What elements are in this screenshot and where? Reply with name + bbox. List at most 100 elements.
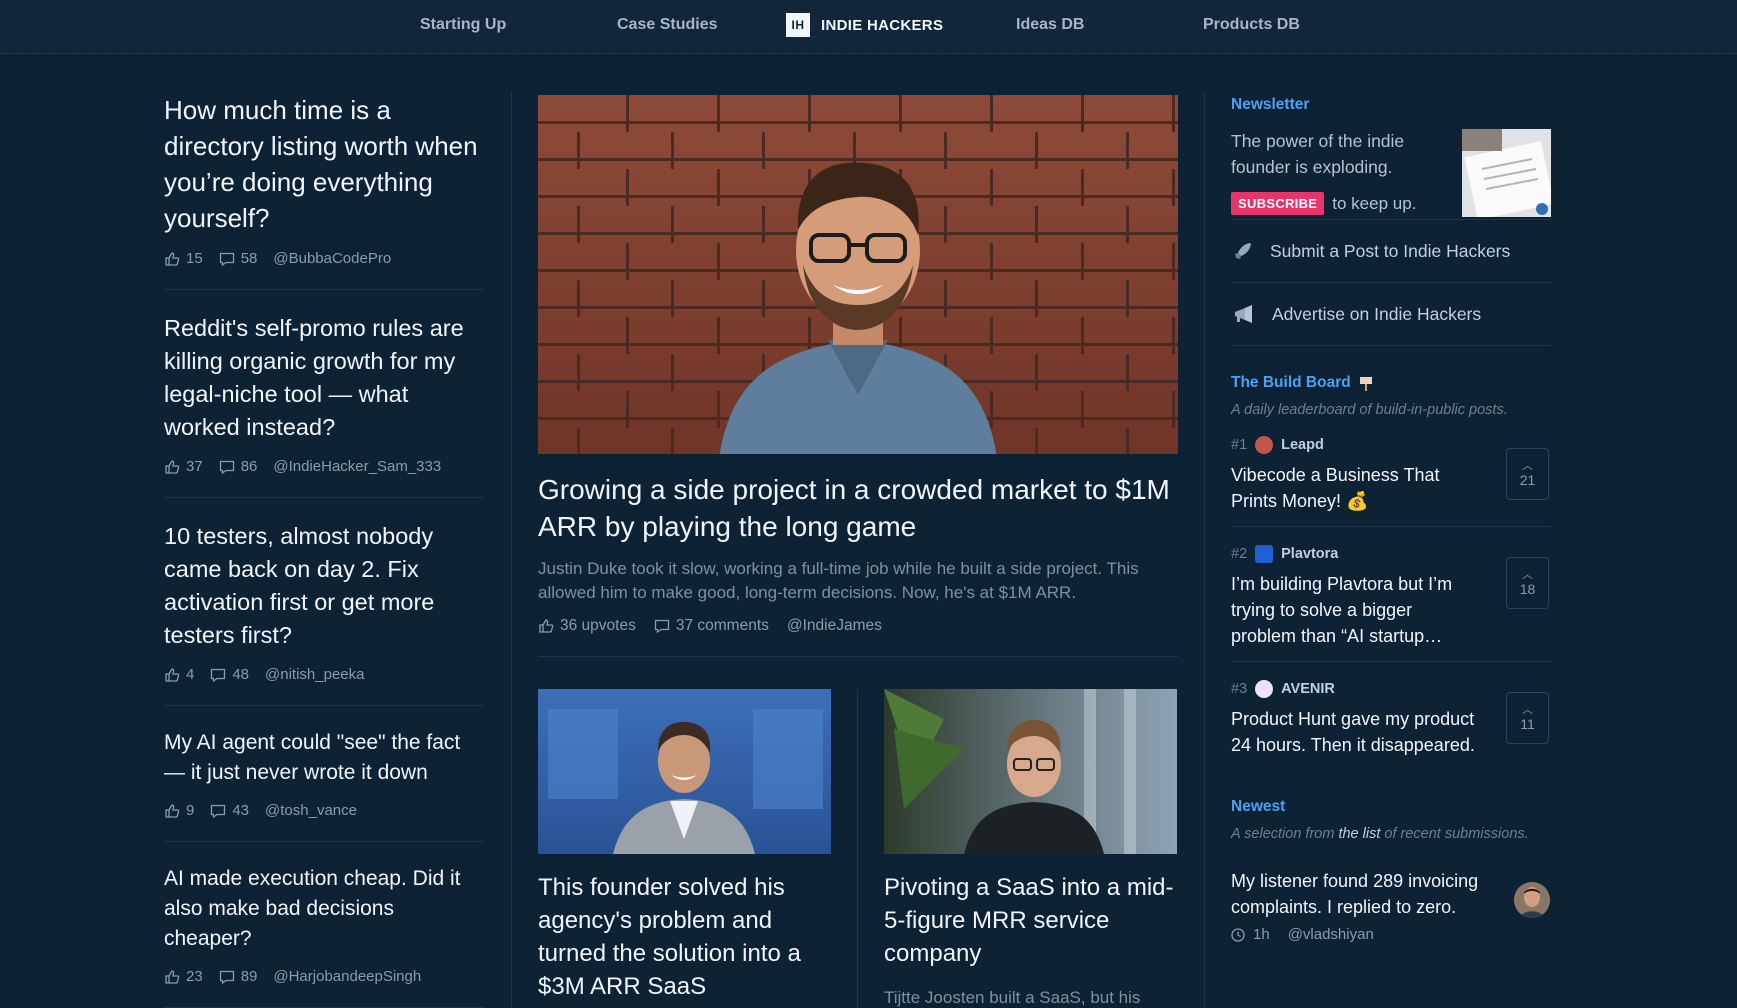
hero-image[interactable] (538, 95, 1178, 454)
vote-count: 11 (1520, 716, 1535, 732)
post-title[interactable]: 10 testers, almost nobody came back on d… (164, 520, 484, 652)
list-item: My AI agent could "see" the fact — it ju… (164, 728, 484, 842)
upvote-button[interactable]: ︿ 11 (1506, 692, 1549, 744)
comment-count: 58 (240, 250, 258, 267)
product-name[interactable]: Plavtora (1281, 546, 1338, 562)
post-author[interactable]: @nitish_peeka (265, 666, 364, 683)
post-author[interactable]: @vladshiyan (1288, 926, 1374, 943)
story-card[interactable]: Pivoting a SaaS into a mid-5-figure MRR … (884, 689, 1177, 1008)
nav-products-db[interactable]: Products DB (1203, 16, 1300, 34)
post-title[interactable]: AI made execution cheap. Did it also mak… (164, 864, 484, 954)
hero-description: Justin Duke took it slow, working a full… (538, 559, 1139, 602)
comment-icon[interactable] (210, 667, 226, 683)
founder-photo (884, 689, 1136, 854)
product-logo-icon (1255, 436, 1274, 454)
post-author[interactable]: @IndieHacker_Sam_333 (273, 458, 441, 475)
nav-ideas-db[interactable]: Ideas DB (1016, 16, 1084, 34)
hero-title[interactable]: Growing a side project in a crowded mark… (538, 471, 1178, 545)
build-board-item: #1 Leapd Vibecode a Business That Prints… (1231, 418, 1551, 527)
post-title[interactable]: Reddit's self-promo rules are killing or… (164, 312, 484, 444)
nav-starting-up[interactable]: Starting Up (420, 16, 506, 34)
brand-name: INDIE HACKERS (821, 16, 944, 34)
upvote-button[interactable]: ︿ 21 (1506, 448, 1549, 500)
left-post-list: How much time is a directory listing wor… (164, 92, 484, 1008)
build-board-label[interactable]: The Build Board (1231, 374, 1351, 392)
list-item: AI made execution cheap. Did it also mak… (164, 864, 484, 1008)
product-logo-icon (1255, 680, 1274, 698)
founder-photo (548, 709, 823, 854)
comment-icon[interactable] (219, 251, 235, 267)
product-name[interactable]: AVENIR (1281, 681, 1335, 697)
story-title[interactable]: This founder solved his agency's problem… (538, 871, 831, 1003)
post-meta: 15 58 @BubbaCodePro (164, 250, 484, 267)
post-age: 1h (1253, 926, 1270, 943)
avatar[interactable] (1514, 882, 1550, 918)
thumbs-up-icon[interactable] (164, 251, 180, 267)
product-name[interactable]: Leapd (1281, 437, 1324, 453)
thumbs-up-icon[interactable] (538, 618, 554, 634)
subscribe-button[interactable]: SUBSCRIBE (1231, 192, 1325, 215)
like-count: 23 (186, 968, 203, 985)
newsletter-text: The power of the indie founder is explod… (1231, 131, 1405, 177)
sidebar: Newsletter The power of the indie founde… (1231, 96, 1551, 943)
advertise-link[interactable]: Advertise on Indie Hackers (1231, 283, 1551, 346)
secondary-stories: This founder solved his agency's problem… (538, 689, 1178, 1008)
product-logo-icon (1255, 545, 1274, 563)
post-title[interactable]: How much time is a directory listing wor… (164, 92, 484, 236)
post-author[interactable]: @HarjobandeepSingh (273, 968, 421, 985)
build-post-title[interactable]: Vibecode a Business That Prints Money! 💰 (1231, 462, 1481, 514)
newest-subtitle: A selection from the list of recent subm… (1231, 826, 1529, 842)
post-meta: 9 43 @tosh_vance (164, 802, 484, 819)
build-post-title[interactable]: Product Hunt gave my product 24 hours. T… (1231, 706, 1481, 758)
rank-number: #3 (1231, 681, 1248, 697)
thumbs-up-icon[interactable] (164, 803, 180, 819)
comment-count: 37 comments (675, 617, 769, 634)
rocket-icon (1235, 243, 1251, 259)
build-board-item: #2 Plavtora I’m building Plavtora but I’… (1231, 527, 1551, 662)
chevron-up-icon: ︿ (1522, 704, 1533, 716)
build-post-title[interactable]: I’m building Plavtora but I’m trying to … (1231, 571, 1481, 649)
founder-portrait (719, 162, 997, 454)
newsletter-thumbnail[interactable] (1462, 129, 1551, 217)
the-list-link[interactable]: the list (1338, 826, 1380, 842)
nav-case-studies[interactable]: Case Studies (617, 16, 717, 34)
thumbs-up-icon[interactable] (164, 459, 180, 475)
newest-post-title[interactable]: My listener found 289 invoicing complain… (1231, 868, 1501, 920)
list-item: How much time is a directory listing wor… (164, 92, 484, 290)
rank-number: #2 (1231, 546, 1248, 562)
upvote-button[interactable]: ︿ 18 (1506, 557, 1549, 609)
post-title[interactable]: My AI agent could "see" the fact — it ju… (164, 728, 484, 788)
thumbs-up-icon[interactable] (164, 969, 180, 985)
comment-icon[interactable] (219, 459, 235, 475)
build-board-header: The Build Board (1231, 374, 1551, 392)
submit-post-link[interactable]: Submit a Post to Indie Hackers (1231, 220, 1551, 283)
vote-count: 21 (1519, 472, 1536, 488)
post-author[interactable]: @IndieJames (787, 617, 882, 635)
list-item: Reddit's self-promo rules are killing or… (164, 312, 484, 498)
post-author[interactable]: @BubbaCodePro (273, 250, 391, 267)
signpost-icon (1359, 377, 1372, 391)
brand-home-link[interactable]: IH INDIE HACKERS (786, 13, 943, 37)
chevron-up-icon: ︿ (1522, 460, 1533, 472)
post-author[interactable]: @tosh_vance (265, 802, 357, 819)
like-count: 37 (186, 458, 203, 475)
story-title[interactable]: Pivoting a SaaS into a mid-5-figure MRR … (884, 871, 1177, 970)
submit-post-label: Submit a Post to Indie Hackers (1270, 240, 1511, 261)
newest-label[interactable]: Newest (1231, 798, 1551, 816)
comment-icon[interactable] (654, 618, 670, 634)
post-meta: 37 86 @IndieHacker_Sam_333 (164, 458, 484, 475)
rank-number: #1 (1231, 437, 1248, 453)
comment-count: 43 (232, 802, 250, 819)
comment-icon[interactable] (219, 969, 235, 985)
story-card[interactable]: This founder solved his agency's problem… (538, 689, 831, 1008)
build-board-item: #3 AVENIR Product Hunt gave my product 2… (1231, 662, 1551, 770)
post-meta: 23 89 @HarjobandeepSingh (164, 968, 484, 985)
megaphone-icon (1235, 305, 1252, 323)
comment-icon[interactable] (210, 803, 226, 819)
comment-count: 89 (240, 968, 258, 985)
thumbs-up-icon[interactable] (164, 667, 180, 683)
build-board-subtitle: A daily leaderboard of build-in-public p… (1231, 402, 1508, 418)
post-meta: 4 48 @nitish_peeka (164, 666, 484, 683)
newsletter-image (1462, 129, 1551, 217)
newsletter-label[interactable]: Newsletter (1231, 96, 1551, 114)
